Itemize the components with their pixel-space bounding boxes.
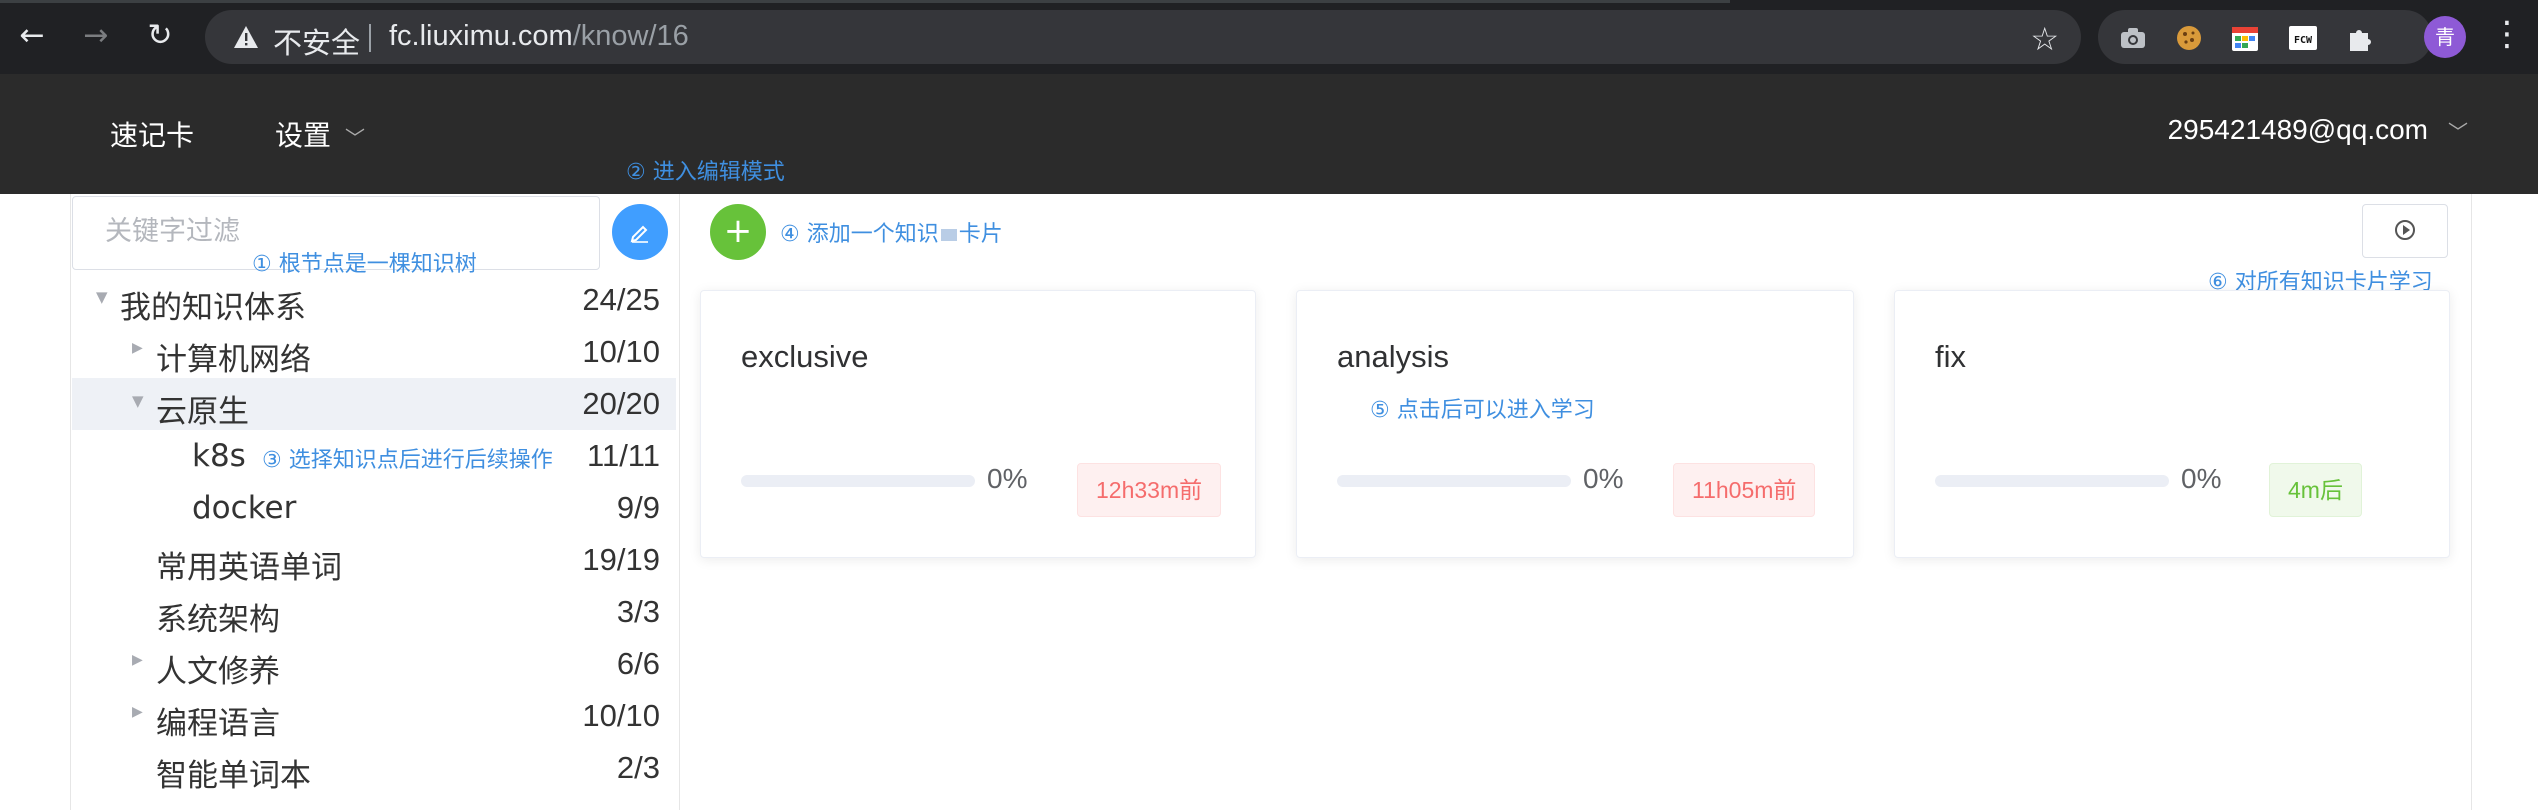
progress-percent: 0% bbox=[1583, 463, 1624, 494]
url-path: /know/16 bbox=[572, 20, 689, 52]
back-icon[interactable]: ← bbox=[14, 18, 50, 54]
study-all-button[interactable] bbox=[2362, 204, 2448, 258]
calendar-extension-icon[interactable] bbox=[2230, 23, 2260, 53]
tree-node[interactable]: 常用英语单词 19/19 bbox=[72, 534, 676, 586]
caret-right-icon[interactable]: ▶ bbox=[132, 652, 143, 668]
reload-icon[interactable]: ↻ bbox=[142, 18, 178, 54]
review-time-tag: 11h05m前 bbox=[1673, 463, 1816, 517]
tree-node-count: 2/3 bbox=[616, 750, 660, 785]
tree-node-label: 常用英语单词 bbox=[156, 550, 342, 586]
annotation-marker bbox=[940, 229, 957, 241]
tree-node-label: 系统架构 bbox=[156, 602, 280, 638]
brand-link[interactable]: 速记卡 bbox=[110, 114, 194, 154]
extensions-group: FCW bbox=[2098, 10, 2432, 64]
tree-node-count: 6/6 bbox=[616, 646, 660, 681]
tree-node[interactable]: ▼ 云原生 20/20 bbox=[72, 378, 676, 430]
puzzle-extensions-icon[interactable] bbox=[2344, 23, 2374, 53]
menu-kebab-icon[interactable]: ⋮ bbox=[2490, 14, 2524, 54]
annotation-add-card: ④ 添加一个知识 卡片 bbox=[780, 216, 1003, 248]
caret-right-icon[interactable]: ▶ bbox=[132, 704, 143, 720]
tree-node-label: 智能单词本 bbox=[156, 758, 311, 794]
edit-mode-button[interactable] bbox=[612, 204, 668, 260]
chevron-down-icon: ﹀ bbox=[2448, 122, 2468, 144]
insecure-label: 不安全 bbox=[273, 26, 361, 60]
knowledge-card[interactable]: exclusive 0% 12h33m前 bbox=[700, 290, 1256, 558]
tree-node[interactable]: ▶ 人文修养 6/6 bbox=[72, 638, 676, 690]
tree-node-label: 计算机网络 bbox=[156, 342, 311, 378]
tree-node-count: 19/19 bbox=[582, 542, 660, 577]
app-header: 速记卡 设置 ﹀ 295421489@qq.com ﹀ bbox=[0, 74, 2538, 194]
tree-node[interactable]: ▶ 编程语言 10/10 bbox=[72, 690, 676, 742]
card-title: exclusive bbox=[741, 339, 869, 374]
tree-node[interactable]: 系统架构 3/3 bbox=[72, 586, 676, 638]
settings-label: 设置 bbox=[275, 119, 332, 152]
play-icon bbox=[2395, 220, 2415, 240]
tree-node-count: 24/25 bbox=[582, 282, 660, 317]
url-host: fc.liuximu.com bbox=[389, 20, 573, 52]
caret-down-icon[interactable]: ▼ bbox=[96, 288, 108, 306]
forward-icon[interactable]: → bbox=[78, 18, 114, 54]
profile-avatar[interactable]: 青 bbox=[2424, 16, 2466, 58]
pencil-icon bbox=[630, 225, 648, 243]
tree-node[interactable]: 智能单词本 2/3 bbox=[72, 742, 676, 794]
warning-icon bbox=[234, 26, 258, 48]
card-title: analysis bbox=[1337, 339, 1449, 374]
annotation-click-card: ⑤ 点击后可以进入学习 bbox=[1370, 398, 1595, 423]
browser-toolbar: ← → ↻ 不安全 fc.liuximu.com/know/16 ☆ FCW 青… bbox=[0, 0, 2538, 74]
tree-node-count: 9/9 bbox=[616, 490, 660, 525]
tree-node-count: 10/10 bbox=[582, 698, 660, 733]
progress-percent: 0% bbox=[2181, 463, 2222, 494]
svg-text:FCW: FCW bbox=[2294, 35, 2313, 46]
chevron-down-icon: ﹀ bbox=[345, 126, 366, 150]
add-card-button[interactable]: + bbox=[710, 204, 766, 260]
tree-node-label: k8s bbox=[192, 438, 246, 474]
filter-input[interactable] bbox=[103, 215, 567, 248]
card-title: fix bbox=[1935, 339, 1966, 374]
tree-node-count: 10/10 bbox=[582, 334, 660, 369]
knowledge-card[interactable]: analysis 0% 11h05m前 bbox=[1296, 290, 1854, 558]
cookie-extension-icon[interactable] bbox=[2174, 23, 2204, 53]
annotation-edit-mode: ② 进入编辑模式 bbox=[626, 160, 785, 185]
knowledge-card[interactable]: fix 0% 4m后 bbox=[1894, 290, 2450, 558]
caret-right-icon[interactable]: ▶ bbox=[132, 340, 143, 356]
tree-node-label: 我的知识体系 bbox=[120, 290, 306, 326]
tab-strip-line bbox=[0, 0, 1730, 3]
progress-bar bbox=[1337, 475, 1571, 487]
settings-menu[interactable]: 设置 ﹀ bbox=[275, 114, 365, 154]
tree-node-label: 云原生 bbox=[156, 394, 249, 430]
tree-node-label: 编程语言 bbox=[156, 706, 280, 742]
caret-down-icon[interactable]: ▼ bbox=[132, 392, 144, 410]
progress-percent: 0% bbox=[987, 463, 1028, 494]
annotation-select-node: ③ 选择知识点后进行后续操作 bbox=[262, 448, 553, 473]
url-text[interactable]: fc.liuximu.com/know/16 bbox=[389, 20, 689, 53]
user-email: 295421489@qq.com bbox=[2167, 114, 2428, 145]
progress-bar bbox=[741, 475, 975, 487]
user-menu[interactable]: 295421489@qq.com ﹀ bbox=[2168, 114, 2468, 146]
tree-node-count: 11/11 bbox=[587, 438, 660, 473]
review-time-tag: 4m后 bbox=[2269, 463, 2362, 517]
bookmark-star-icon[interactable]: ☆ bbox=[2030, 20, 2059, 58]
camera-extension-icon[interactable] bbox=[2118, 23, 2148, 53]
progress-bar bbox=[1935, 475, 2169, 487]
tree-node-count: 20/20 bbox=[582, 386, 660, 421]
address-separator bbox=[369, 24, 371, 52]
tree-node-label: docker bbox=[192, 490, 297, 526]
tree-node-label: 人文修养 bbox=[156, 654, 280, 690]
annotation-add-card-text: ④ 添加一个知识 bbox=[780, 222, 939, 247]
tree-node-count: 3/3 bbox=[616, 594, 660, 629]
tree-node[interactable]: ▶ 计算机网络 10/10 bbox=[72, 326, 676, 378]
annotation-add-card-text-2: 卡片 bbox=[958, 222, 1003, 247]
address-bar[interactable]: 不安全 fc.liuximu.com/know/16 ☆ bbox=[205, 10, 2081, 64]
review-time-tag: 12h33m前 bbox=[1077, 463, 1222, 517]
fcw-extension-icon[interactable]: FCW bbox=[2288, 23, 2318, 53]
tree-node[interactable]: docker 9/9 bbox=[72, 482, 676, 534]
tree-node[interactable]: ▼ 我的知识体系 24/25 bbox=[72, 274, 676, 326]
